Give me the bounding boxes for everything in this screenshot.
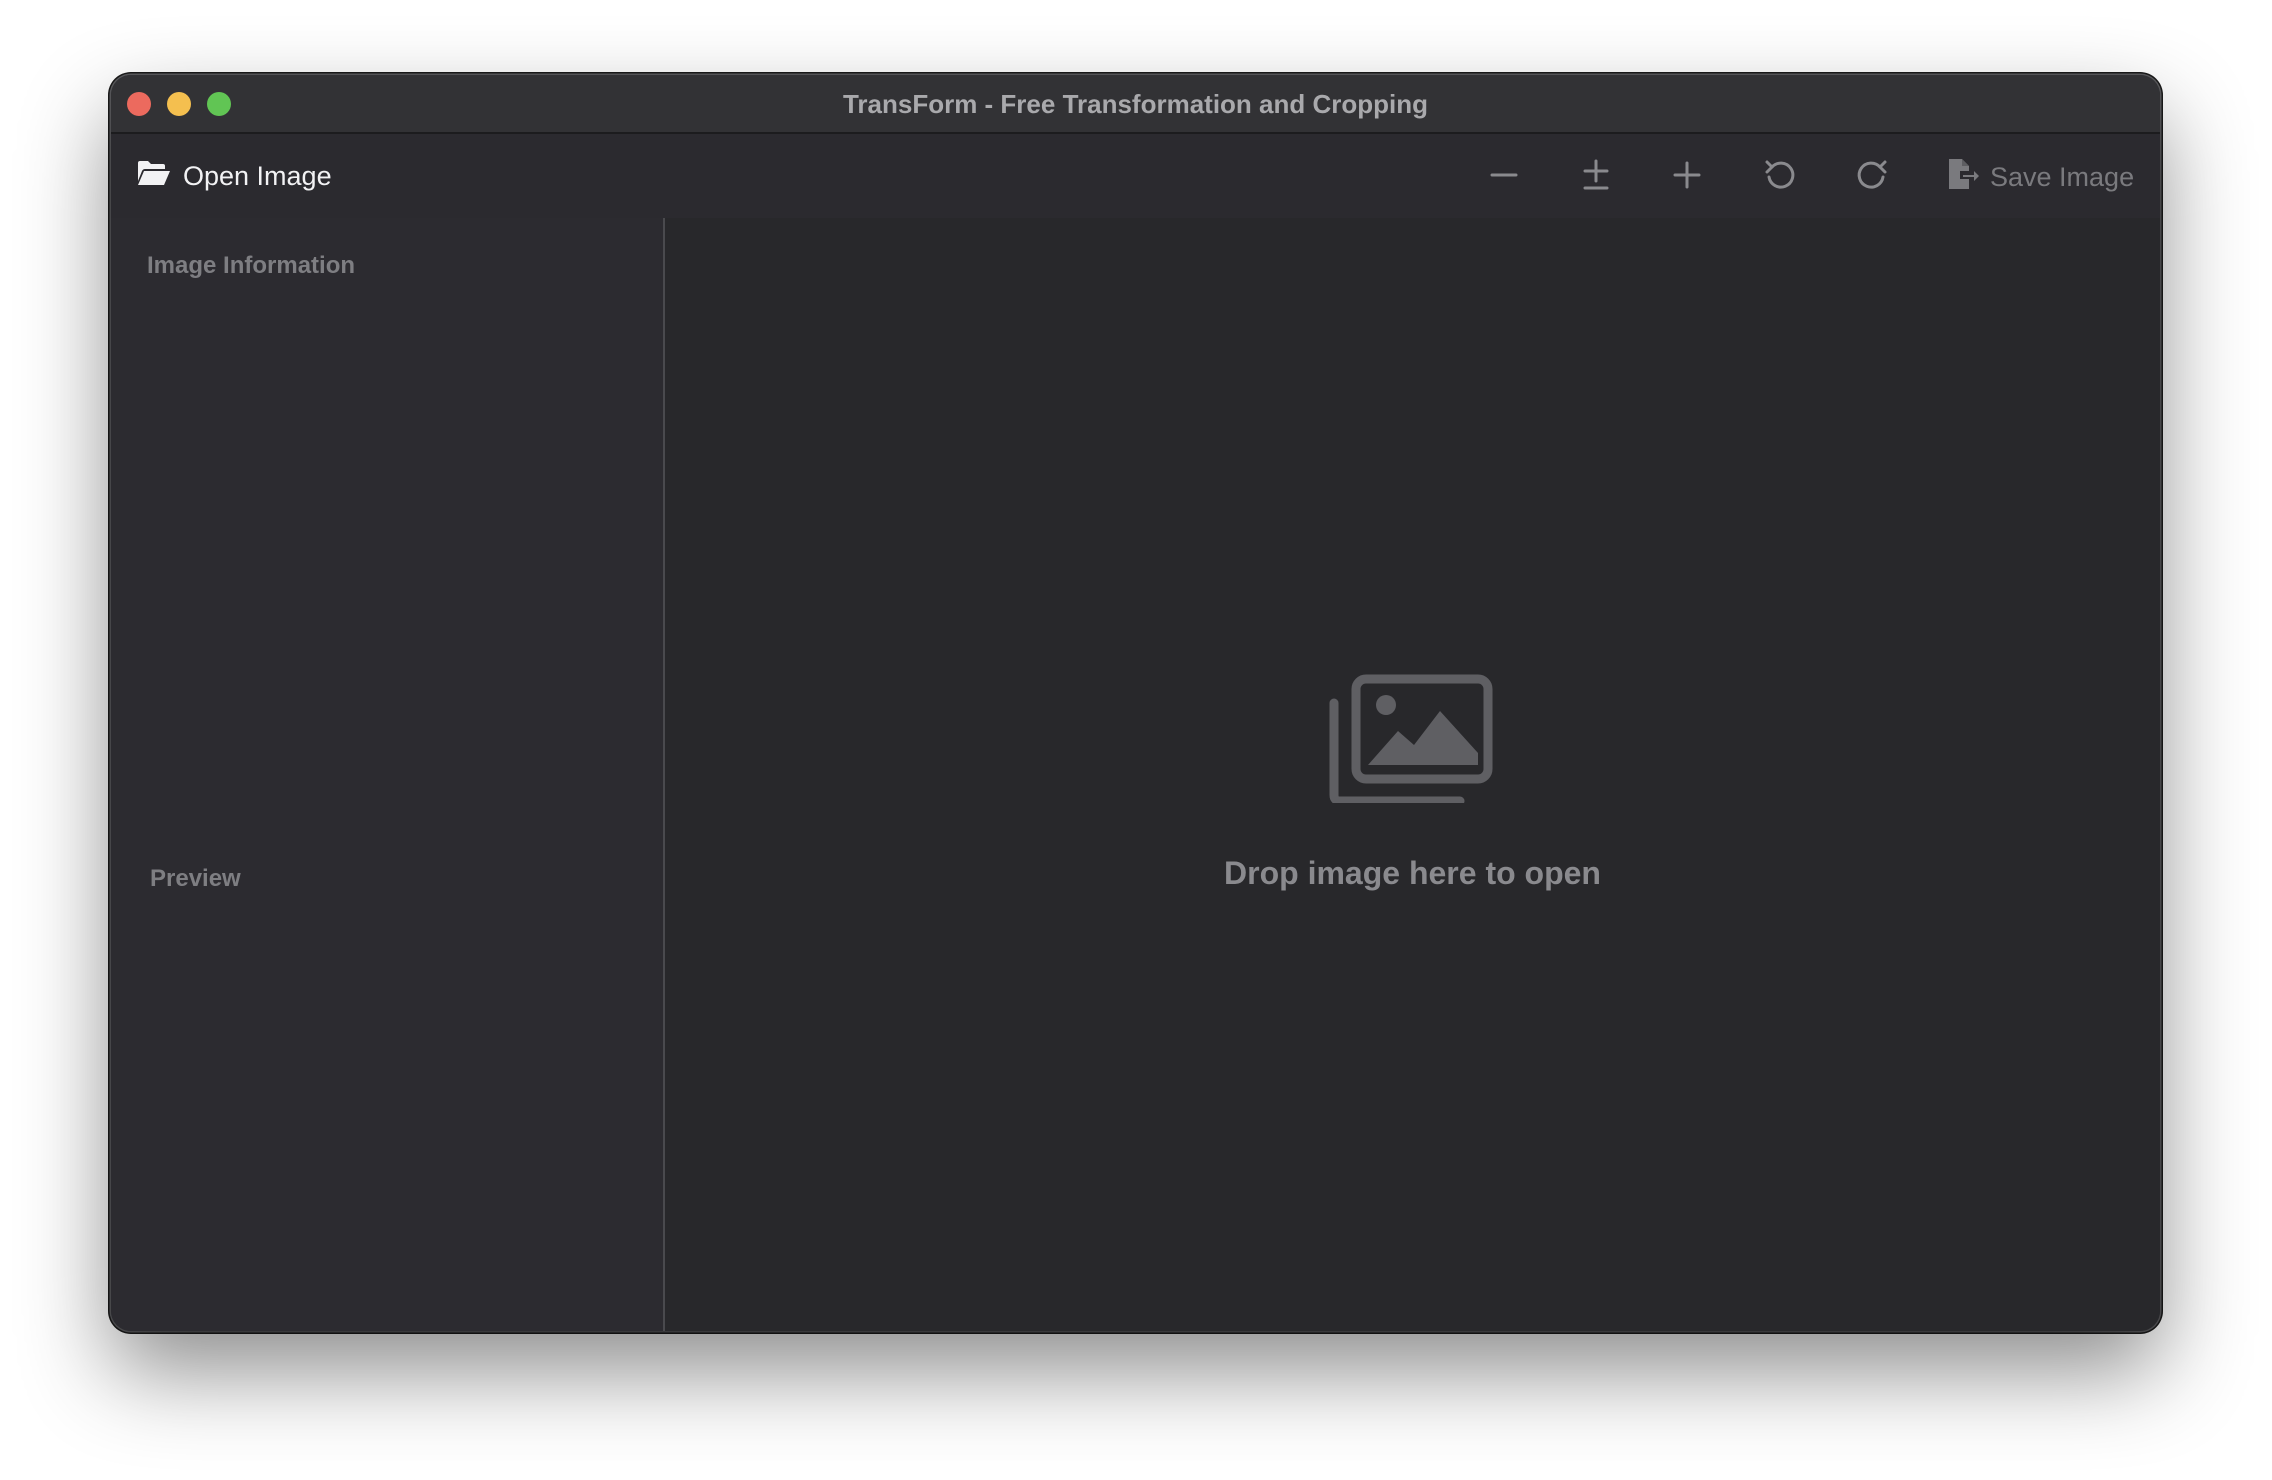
rotate-left-button[interactable]	[1757, 154, 1803, 200]
zoom-in-button[interactable]	[1664, 154, 1710, 200]
open-image-label: Open Image	[183, 160, 332, 191]
file-export-icon	[1946, 157, 1980, 198]
save-image-button[interactable]: Save Image	[1946, 154, 2134, 200]
zoom-fit-button[interactable]	[1573, 154, 1619, 200]
plus-minus-icon	[1579, 158, 1613, 197]
zoom-out-button[interactable]	[1481, 154, 1527, 200]
rotate-right-button[interactable]	[1849, 154, 1895, 200]
rotate-ccw-icon	[1763, 158, 1797, 197]
drop-zone[interactable]: Drop image here to open	[665, 218, 2160, 1331]
title-bar[interactable]: TransForm - Free Transformation and Crop…	[111, 75, 2160, 134]
photos-icon	[1328, 673, 1494, 806]
rotate-cw-icon	[1855, 158, 1889, 197]
preview-heading: Preview	[150, 865, 241, 892]
open-image-button[interactable]: Open Image	[137, 154, 332, 198]
app-window: TransForm - Free Transformation and Crop…	[111, 75, 2160, 1331]
toolbar: Open Image Save Image	[111, 134, 2160, 218]
drop-instruction: Drop image here to open	[1224, 855, 1601, 891]
folder-open-icon	[137, 159, 171, 194]
minus-icon	[1487, 158, 1521, 197]
image-information-heading: Image Information	[147, 252, 356, 279]
sidebar: Image Information Preview	[111, 218, 665, 1331]
plus-icon	[1670, 158, 1704, 197]
save-image-label: Save Image	[1990, 161, 2135, 192]
window-title: TransForm - Free Transformation and Crop…	[842, 89, 1429, 119]
